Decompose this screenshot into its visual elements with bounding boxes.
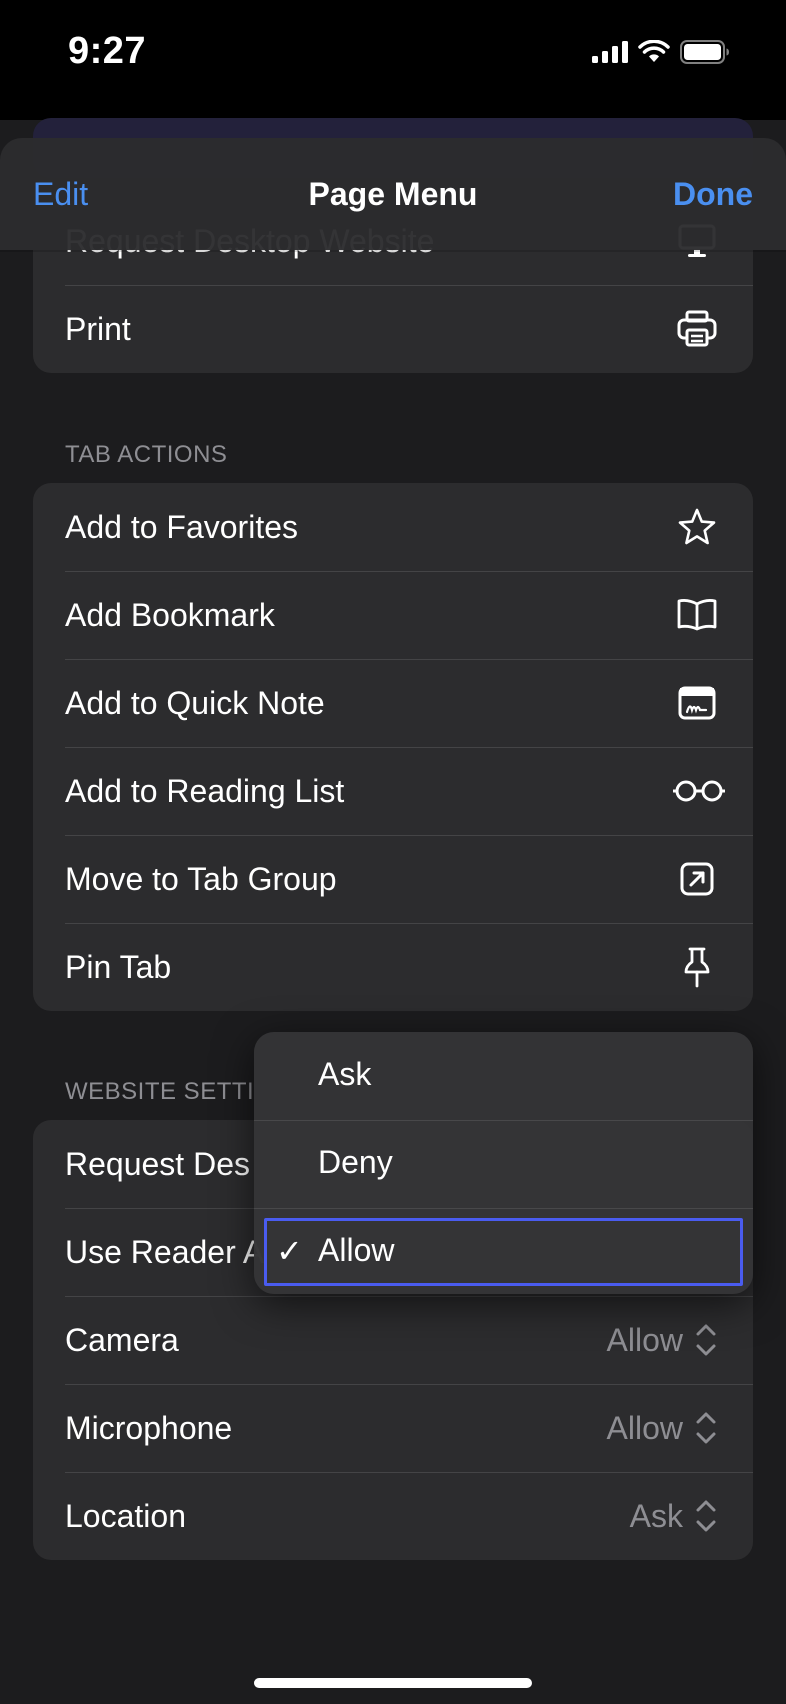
popup-option-deny[interactable]: Deny xyxy=(254,1120,753,1208)
add-to-quick-note-row[interactable]: Add to Quick Note xyxy=(33,659,753,747)
chevron-up-down-icon xyxy=(696,1500,716,1532)
camera-value: Allow xyxy=(606,1321,683,1358)
website-settings-header: WEBSITE SETTI xyxy=(65,1078,255,1105)
move-to-tab-group-icon xyxy=(675,857,719,901)
cellular-signal-icon xyxy=(592,41,628,63)
row-label: Camera xyxy=(65,1321,179,1358)
row-label: Location xyxy=(65,1497,186,1534)
row-label: Use Reader A xyxy=(65,1233,265,1270)
printer-icon xyxy=(675,307,719,351)
row-label: Request Des xyxy=(65,1145,250,1182)
location-setting-row[interactable]: Location Ask xyxy=(33,1472,753,1560)
add-bookmark-row[interactable]: Add Bookmark xyxy=(33,571,753,659)
add-to-reading-list-row[interactable]: Add to Reading List xyxy=(33,747,753,835)
book-icon xyxy=(675,593,719,637)
tab-actions-group: Add to Favorites Add Bookmark Add to Qui… xyxy=(33,483,753,1011)
move-to-tab-group-row[interactable]: Move to Tab Group xyxy=(33,835,753,923)
option-label: Allow xyxy=(318,1232,395,1268)
page-title: Page Menu xyxy=(308,176,478,212)
microphone-value: Allow xyxy=(606,1409,683,1446)
checkmark-icon: ✓ xyxy=(276,1233,303,1269)
chevron-up-down-icon xyxy=(696,1324,716,1356)
row-label: Add to Quick Note xyxy=(65,684,325,721)
row-label: Add to Favorites xyxy=(65,508,298,545)
popup-option-ask[interactable]: Ask xyxy=(254,1032,753,1120)
status-icons xyxy=(592,40,730,64)
option-label: Deny xyxy=(318,1144,393,1180)
glasses-icon xyxy=(673,769,725,813)
row-label: Pin Tab xyxy=(65,948,172,985)
permission-popup-menu: Ask Deny ✓ Allow xyxy=(254,1032,753,1294)
pin-tab-row[interactable]: Pin Tab xyxy=(33,923,753,1011)
chevron-up-down-icon xyxy=(696,1412,716,1444)
row-label: Add Bookmark xyxy=(65,596,275,633)
row-label: Add to Reading List xyxy=(65,772,345,809)
home-indicator[interactable] xyxy=(254,1678,532,1688)
nav-bar: Edit Page Menu Done xyxy=(0,138,786,250)
print-row[interactable]: Print xyxy=(33,285,753,373)
tab-actions-header: TAB ACTIONS xyxy=(65,441,228,468)
pin-icon xyxy=(675,945,719,989)
status-time: 9:27 xyxy=(68,30,147,72)
row-label: Move to Tab Group xyxy=(65,860,337,897)
camera-setting-row[interactable]: Camera Allow xyxy=(33,1296,753,1384)
star-icon xyxy=(675,505,719,549)
battery-icon xyxy=(680,40,729,64)
location-value: Ask xyxy=(629,1497,683,1534)
row-label: Microphone xyxy=(65,1409,233,1446)
done-button[interactable]: Done xyxy=(673,176,753,213)
wifi-icon xyxy=(638,40,670,62)
row-label: Print xyxy=(65,310,131,347)
option-label: Ask xyxy=(318,1056,372,1092)
popup-option-allow[interactable]: ✓ Allow xyxy=(254,1208,753,1294)
add-to-favorites-row[interactable]: Add to Favorites xyxy=(33,483,753,571)
screen: 9:27 Edit Page Menu Done Request Desktop… xyxy=(0,0,786,1704)
quick-note-icon xyxy=(675,681,719,725)
microphone-setting-row[interactable]: Microphone Allow xyxy=(33,1384,753,1472)
